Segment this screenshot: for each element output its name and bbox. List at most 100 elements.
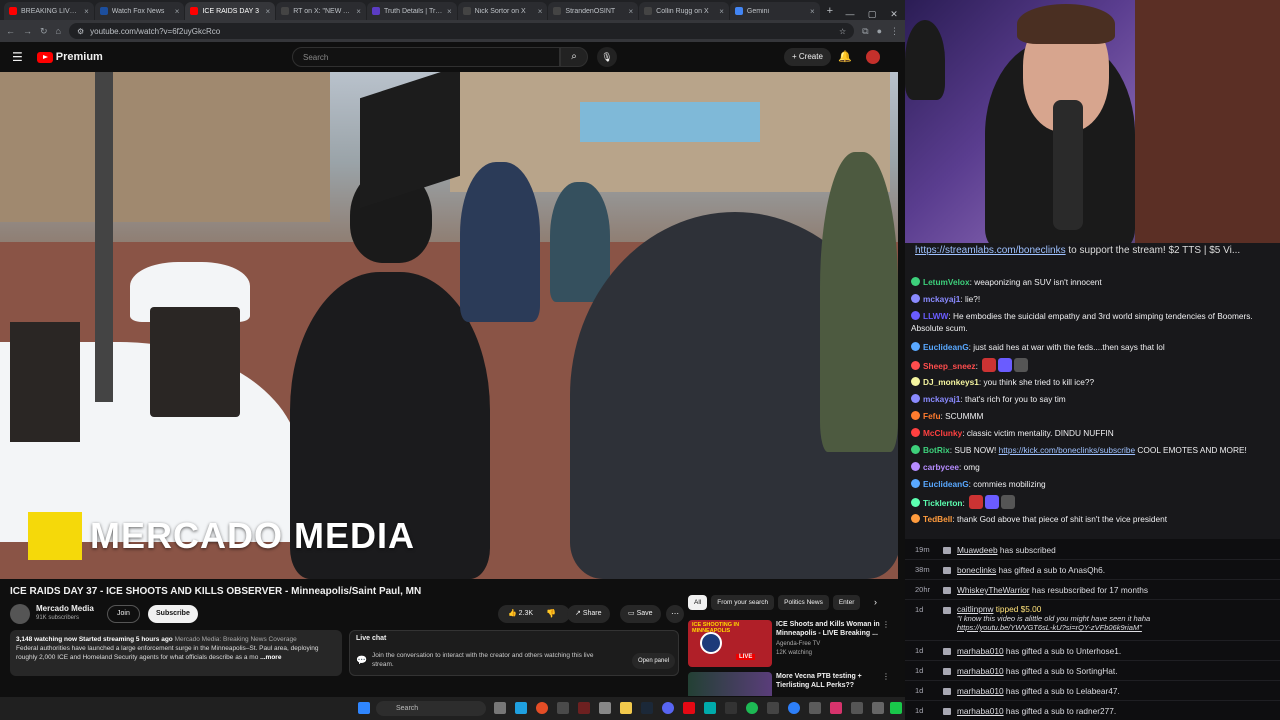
browser-tab[interactable]: ICE RAIDS DAY 3 × (185, 2, 276, 20)
task-view-icon[interactable] (494, 702, 506, 714)
chat-username[interactable]: EuclideanG (923, 479, 969, 489)
activity-user[interactable]: caitlinpnw (957, 604, 993, 614)
related-thumbnail[interactable] (688, 672, 772, 696)
video-player[interactable]: MERCADO MEDIA (0, 72, 898, 579)
site-info-icon[interactable]: ⚙ (77, 27, 84, 36)
app-dark-icon[interactable] (725, 702, 737, 714)
join-button[interactable]: Join (107, 605, 140, 623)
back-icon[interactable]: ← (6, 26, 15, 36)
app-red-icon[interactable] (683, 702, 695, 714)
tab-close-icon[interactable]: × (84, 7, 89, 16)
chat-username[interactable]: LLWW (923, 311, 948, 321)
app-icon[interactable] (557, 702, 569, 714)
search-button[interactable]: ⌕ (560, 47, 588, 67)
chip-politics-news[interactable]: Politics News (778, 595, 829, 610)
youtube-logo[interactable]: Premium (36, 51, 103, 63)
activity-user[interactable]: marhaba010 (957, 646, 1004, 656)
notifications-bell-icon[interactable]: 🔔 (838, 50, 852, 63)
app-icon-5[interactable] (872, 702, 884, 714)
chat-username[interactable]: BotRix (923, 445, 950, 455)
app-green-icon[interactable] (890, 702, 902, 714)
kebab-menu-icon[interactable]: ⋮ (882, 672, 890, 681)
tab-close-icon[interactable]: × (719, 7, 724, 16)
browser-tab[interactable]: Truth Details | Truth × (366, 2, 457, 20)
browser-tab[interactable]: Collin Rugg on X × (639, 2, 729, 20)
new-tab-button[interactable]: + (821, 5, 839, 20)
subscribe-button[interactable]: Subscribe (148, 605, 198, 623)
tab-close-icon[interactable]: × (266, 7, 271, 16)
chat-username[interactable]: TedBell (923, 514, 952, 524)
dislike-icon[interactable]: 👎 (546, 609, 556, 618)
tab-close-icon[interactable]: × (447, 7, 452, 16)
activity-user[interactable]: marhaba010 (957, 666, 1004, 676)
activity-user[interactable]: boneclinks (957, 565, 996, 575)
extensions-icon[interactable]: ⧉ (862, 26, 868, 37)
activity-user[interactable]: marhaba010 (957, 706, 1004, 716)
tip-link[interactable]: https://youtu.be/YWVGT6sL-kU?si=rQY-zVFb… (957, 623, 1142, 632)
chat-username[interactable]: Sheep_sneez (923, 361, 976, 371)
chrome-icon[interactable] (536, 702, 548, 714)
app-icon-2[interactable] (767, 702, 779, 714)
tab-close-icon[interactable]: × (538, 7, 543, 16)
app-pink-icon[interactable] (830, 702, 842, 714)
kebab-menu-icon[interactable]: ⋮ (882, 620, 890, 629)
file-explorer-icon[interactable] (620, 702, 632, 714)
tab-close-icon[interactable]: × (356, 7, 361, 16)
chat-username[interactable]: mckayaj1 (923, 294, 960, 304)
minimize-icon[interactable]: — (839, 9, 861, 20)
browser-menu-icon[interactable]: ⋮ (890, 26, 899, 37)
taskbar-search[interactable]: Search (376, 701, 486, 716)
chat-username[interactable]: EuclideanG (923, 342, 969, 352)
obs-icon[interactable] (578, 702, 590, 714)
description-more-link[interactable]: ...more (260, 654, 281, 661)
create-button[interactable]: + Create (784, 48, 831, 66)
chat-username[interactable]: McClunky (923, 428, 962, 438)
save-button[interactable]: ▭ Save (620, 605, 661, 623)
app-icon-4[interactable] (851, 702, 863, 714)
related-video[interactable]: More Vecna PTB testing + Tierlisting ALL… (688, 672, 894, 696)
hamburger-menu-icon[interactable]: ☰ (12, 50, 23, 64)
browser-tab[interactable]: RT on X: "NEW AND × (276, 2, 366, 20)
settings-icon[interactable] (599, 702, 611, 714)
search-input[interactable]: Search (292, 47, 560, 67)
profile-icon[interactable]: ● (877, 26, 882, 36)
microphone-icon[interactable]: 🎙 (597, 47, 617, 67)
activity-user[interactable]: WhiskeyTheWarrior (957, 585, 1030, 595)
chevron-right-icon[interactable]: › (874, 597, 877, 607)
like-button[interactable]: 👍 2.3K (498, 605, 570, 623)
browser-tab[interactable]: Gemini × (729, 2, 820, 20)
steam-icon[interactable] (641, 702, 653, 714)
chip-entertainment[interactable]: Enter (832, 595, 861, 610)
tab-close-icon[interactable]: × (175, 7, 180, 16)
discord-icon[interactable] (662, 702, 674, 714)
streamlabs-link[interactable]: https://streamlabs.com/boneclinks (915, 245, 1066, 256)
chat-link[interactable]: https://kick.com/boneclinks/subscribe (999, 445, 1136, 455)
edge-icon[interactable] (515, 702, 527, 714)
open-panel-button[interactable]: Open panel (632, 653, 676, 669)
activity-user[interactable]: marhaba010 (957, 686, 1004, 696)
chat-username[interactable]: DJ_monkeys1 (923, 377, 979, 387)
app-icon-3[interactable] (809, 702, 821, 714)
home-icon[interactable]: ⌂ (56, 26, 61, 36)
chat-username[interactable]: Ticklerton (923, 498, 963, 508)
app-teal-icon[interactable] (704, 702, 716, 714)
activity-user[interactable]: Muawdeeb (957, 545, 998, 555)
chip-from-your-search[interactable]: From your search (711, 595, 775, 610)
chip-all[interactable]: All (688, 595, 708, 610)
chat-username[interactable]: LetumVelox (923, 277, 970, 287)
tab-close-icon[interactable]: × (810, 7, 815, 16)
browser-tab[interactable]: BREAKING LIVE: ICE × (4, 2, 94, 20)
maximize-icon[interactable]: ▢ (861, 9, 883, 20)
chat-username[interactable]: Fefu (923, 411, 941, 421)
app-blue-icon[interactable] (788, 702, 800, 714)
channel-avatar[interactable] (10, 604, 30, 624)
bookmark-star-icon[interactable]: ☆ (839, 27, 846, 36)
chat-username[interactable]: carbycee (923, 462, 959, 472)
related-video[interactable]: ICE SHOOTING IN MINNEAPOLIS LIVE ICE Sho… (688, 620, 894, 672)
forward-icon[interactable]: → (23, 26, 32, 36)
browser-tab[interactable]: StrandenOSINT × (548, 2, 639, 20)
share-button[interactable]: ↗ Share (567, 605, 610, 623)
more-actions-icon[interactable]: ⋯ (666, 605, 684, 623)
tab-close-icon[interactable]: × (628, 7, 633, 16)
account-avatar[interactable] (866, 50, 880, 64)
